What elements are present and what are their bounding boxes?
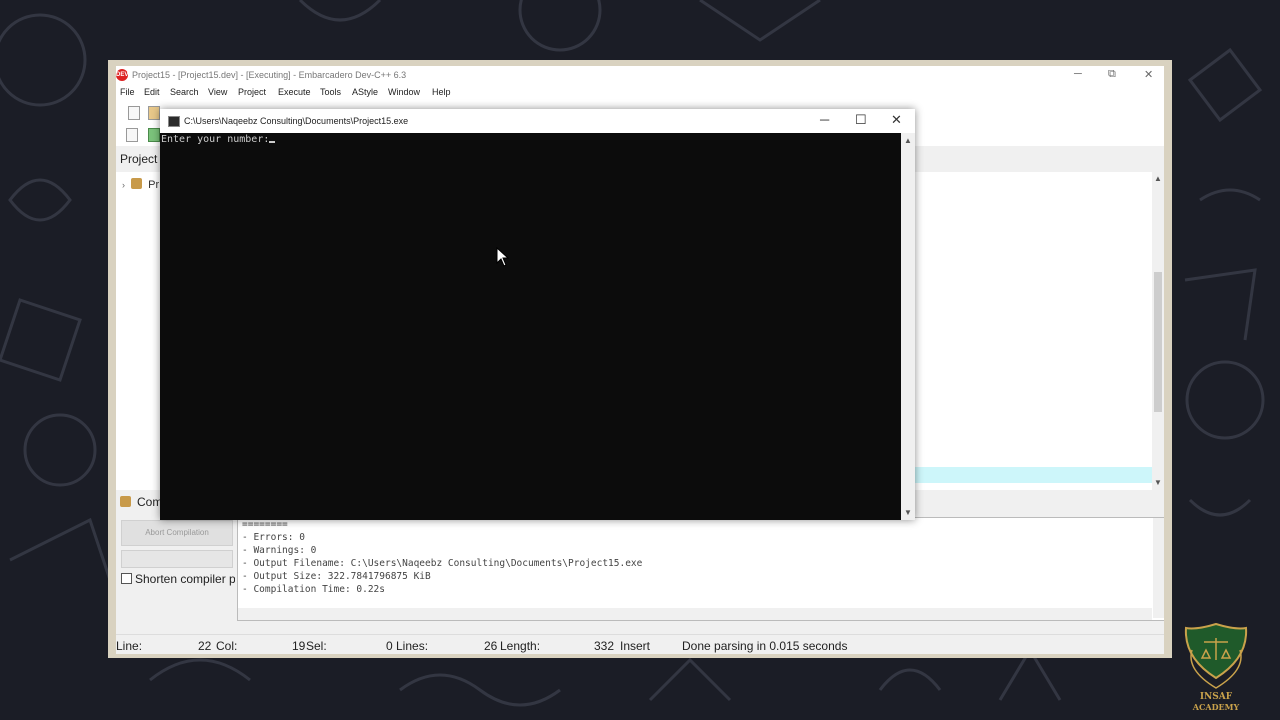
mouse-pointer-icon (496, 247, 510, 267)
compile-progress-bar (121, 550, 233, 568)
compile-log-tab[interactable]: Com (120, 495, 162, 509)
tree-item-project[interactable]: › Pr (122, 178, 159, 191)
editor-scroll-thumb[interactable] (1154, 272, 1162, 412)
code-editor[interactable]: ▲ ▼ (914, 172, 1164, 490)
ide-restore-button[interactable]: ⧉ (1108, 68, 1116, 81)
ide-titlebar: DEV Project15 - [Project15.dev] - [Execu… (116, 66, 1164, 84)
academy-shield-icon (1184, 622, 1248, 689)
academy-name-line1: INSAF (1199, 692, 1233, 702)
shorten-paths-checkbox[interactable] (121, 573, 132, 584)
status-bar: Line: 22 Col: 19 Sel: 0 Lines: 26 Length… (116, 634, 1164, 654)
abort-compilation-button[interactable]: Abort Compilation (121, 520, 233, 546)
log-line: - Output Size: 322.7841796875 KiB (242, 571, 431, 582)
console-vertical-scrollbar[interactable]: ▲ ▼ (901, 133, 915, 520)
menu-project[interactable]: Project (238, 87, 266, 97)
insaf-academy-logo: INSAF ACADEMY (1176, 620, 1256, 716)
menu-bar: File Edit Search View Project Execute To… (116, 84, 1164, 100)
status-message: Done parsing in 0.015 seconds (682, 639, 848, 653)
menu-astyle[interactable]: AStyle (352, 87, 378, 97)
console-scroll-down-icon[interactable]: ▼ (904, 508, 912, 517)
class-browser-icon[interactable] (126, 128, 138, 142)
log-vertical-scrollbar[interactable] (1153, 518, 1164, 618)
status-col-label: Col: (216, 639, 238, 653)
console-app-icon (168, 116, 180, 127)
console-close-button[interactable]: ✕ (891, 112, 902, 128)
console-title-text: C:\Users\Naqeebz Consulting\Documents\Pr… (184, 116, 409, 126)
log-line: - Output Filename: C:\Users\Naqeebz Cons… (242, 558, 643, 569)
console-maximize-button[interactable]: ☐ (855, 112, 867, 128)
shorten-paths-label: Shorten compiler paths (135, 572, 235, 586)
compile-log-icon (120, 496, 131, 507)
console-scroll-up-icon[interactable]: ▲ (904, 136, 912, 145)
menu-execute[interactable]: Execute (278, 87, 311, 97)
status-sel-label: Sel: (306, 639, 327, 653)
project-folder-icon (131, 178, 143, 189)
log-line: - Compilation Time: 0.22s (242, 584, 385, 595)
status-length-label: Length: (500, 639, 541, 653)
editor-vertical-scrollbar[interactable]: ▲ ▼ (1152, 172, 1164, 490)
menu-tools[interactable]: Tools (320, 87, 341, 97)
status-length-value: 332 (594, 639, 615, 653)
console-prompt: Enter your number: (161, 134, 270, 145)
status-lines-value: 26 (484, 639, 498, 653)
menu-help[interactable]: Help (432, 87, 451, 97)
compile-icon[interactable] (148, 128, 160, 142)
log-line: - Warnings: 0 (242, 545, 317, 556)
menu-window[interactable]: Window (388, 87, 420, 97)
status-line-label: Line: (116, 639, 143, 653)
status-line-value: 22 (198, 639, 212, 653)
menu-file[interactable]: File (120, 87, 135, 97)
current-line-highlight (914, 467, 1152, 483)
log-line: ======== (242, 519, 288, 530)
console-window: C:\Users\Naqeebz Consulting\Documents\Pr… (160, 109, 915, 520)
log-line: - Errors: 0 (242, 532, 305, 543)
expand-arrow-icon[interactable]: › (122, 180, 125, 190)
ide-close-button[interactable]: ✕ (1144, 68, 1153, 81)
ide-minimize-button[interactable]: ─ (1074, 68, 1082, 80)
menu-edit[interactable]: Edit (144, 87, 160, 97)
menu-search[interactable]: Search (170, 87, 199, 97)
status-lines-label: Lines: (396, 639, 429, 653)
devcpp-logo-icon: DEV (116, 69, 128, 81)
console-prompt-line: Enter your number: (161, 134, 276, 145)
scroll-down-icon[interactable]: ▼ (1154, 478, 1162, 487)
status-insert-mode: Insert (620, 639, 651, 653)
console-output[interactable]: Enter your number: (160, 133, 901, 520)
console-minimize-button[interactable]: ─ (820, 112, 829, 127)
academy-name-line2: ACADEMY (1192, 702, 1240, 712)
scroll-up-icon[interactable]: ▲ (1154, 174, 1162, 183)
compile-log-output[interactable]: ======== - Errors: 0 - Warnings: 0 - Out… (237, 517, 1164, 621)
open-file-icon[interactable] (148, 106, 160, 120)
status-sel-value: 0 (386, 639, 393, 653)
project-tab[interactable]: Project (120, 152, 157, 166)
status-col-value: 19 (292, 639, 306, 653)
text-caret (269, 141, 276, 143)
console-titlebar: C:\Users\Naqeebz Consulting\Documents\Pr… (160, 109, 915, 133)
ide-title-text: Project15 - [Project15.dev] - [Executing… (132, 70, 407, 80)
compile-log-tab-label: Com (137, 495, 163, 509)
new-file-icon[interactable] (128, 106, 140, 120)
tree-item-label: Pr (148, 179, 160, 191)
shorten-paths-option[interactable]: Shorten compiler paths (121, 572, 235, 586)
menu-view[interactable]: View (208, 87, 227, 97)
log-horizontal-scrollbar[interactable] (238, 608, 1152, 620)
